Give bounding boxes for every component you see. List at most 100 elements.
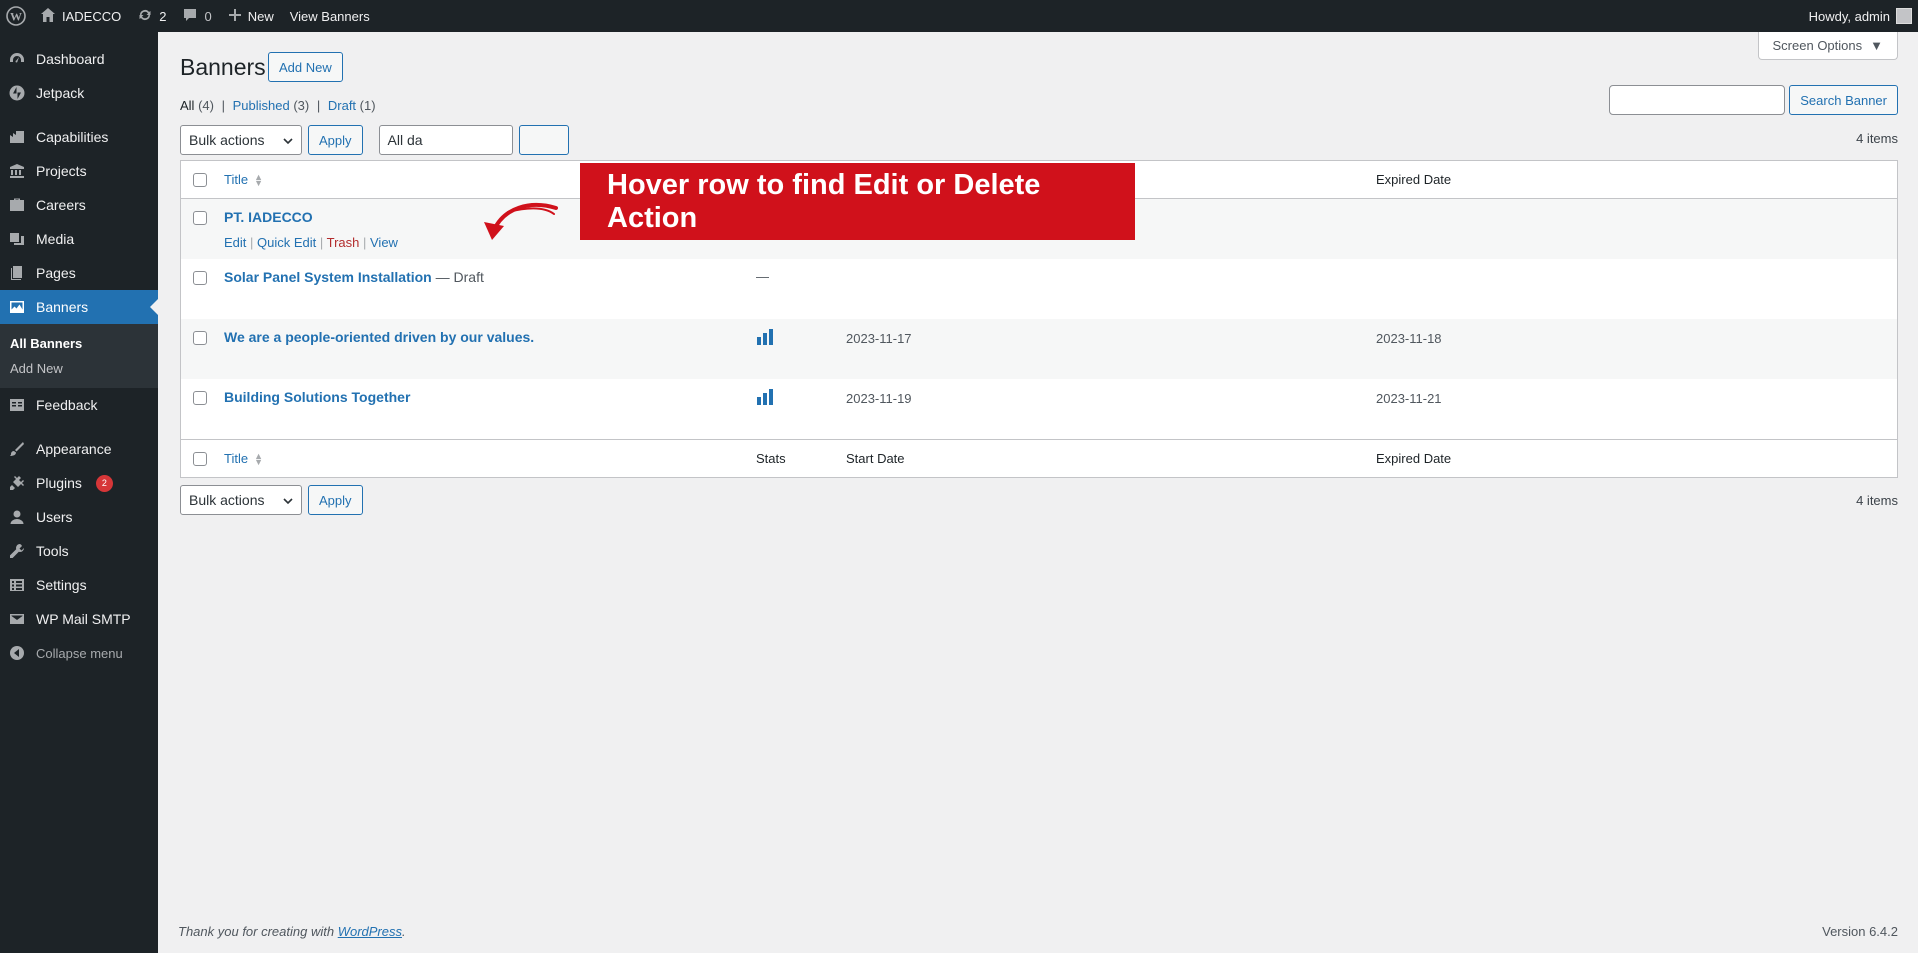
table-row[interactable]: We are a people-oriented driven by our v… <box>181 319 1897 379</box>
sort-icon: ▲ ▼ <box>254 450 263 467</box>
screen-options-button[interactable]: Screen Options ▼ <box>1757 32 1898 60</box>
sidebar-item-label: Media <box>36 231 75 247</box>
table-row[interactable]: Solar Panel System Installation — Draft … <box>181 259 1897 319</box>
title-column-sort[interactable]: Title ▲ ▼ <box>224 172 263 187</box>
jetpack-icon <box>8 84 26 102</box>
filter-button[interactable] <box>518 125 569 155</box>
title-column-label: Title <box>224 451 249 466</box>
banners-submenu: All Banners Add New <box>0 324 158 388</box>
apply-button[interactable]: Apply <box>308 125 363 155</box>
sidebar-item-settings[interactable]: Settings <box>0 568 158 602</box>
bulk-actions-select[interactable]: Bulk actions <box>180 125 302 155</box>
new-content-link[interactable]: New <box>220 0 282 32</box>
row-checkbox[interactable] <box>193 211 207 225</box>
sidebar-item-tools[interactable]: Tools <box>0 534 158 568</box>
apply-button[interactable]: Apply <box>308 485 363 515</box>
sidebar-item-dashboard[interactable]: Dashboard <box>0 42 158 76</box>
sidebar-item-capabilities[interactable]: Capabilities <box>0 120 158 154</box>
filter-separator: | <box>221 98 225 113</box>
row-checkbox[interactable] <box>193 331 207 345</box>
filter-draft[interactable]: Draft (1) <box>328 98 376 113</box>
sidebar-item-label: Pages <box>36 265 76 281</box>
view-link[interactable]: View <box>370 235 398 250</box>
plus-icon <box>228 8 242 25</box>
submenu-all-banners[interactable]: All Banners <box>0 331 158 356</box>
row-actions: Edit | Quick Edit | Trash | View <box>224 235 398 250</box>
bulk-actions-value: Bulk actions <box>189 132 265 148</box>
sidebar-item-label: Careers <box>36 197 86 213</box>
collapse-menu-button[interactable]: Collapse menu <box>0 636 158 670</box>
dates-filter-select[interactable]: All da <box>378 125 513 155</box>
filter-all[interactable]: All (4) <box>180 98 214 113</box>
mail-icon <box>8 610 26 628</box>
trash-link[interactable]: Trash <box>327 235 360 250</box>
expired-date: 2023-11-21 <box>1376 391 1442 406</box>
comments-link[interactable]: 0 <box>174 0 219 32</box>
site-name-link[interactable]: IADECCO <box>32 0 129 32</box>
sidebar-item-wp-mail-smtp[interactable]: WP Mail SMTP <box>0 602 158 636</box>
sidebar-item-label: WP Mail SMTP <box>36 611 131 627</box>
footer-version: Version 6.4.2 <box>1822 924 1898 939</box>
table-row[interactable]: Building Solutions Together 2023-11-19 2… <box>181 379 1897 439</box>
footer-thanks-suffix: . <box>402 924 406 939</box>
bulk-actions-select[interactable]: Bulk actions <box>180 485 302 515</box>
edit-link[interactable]: Edit <box>224 235 246 250</box>
media-icon <box>8 230 26 248</box>
collapse-menu-label: Collapse menu <box>36 645 123 661</box>
row-title-link[interactable]: Solar Panel System Installation <box>224 269 432 285</box>
filter-published-count: (3) <box>293 98 310 113</box>
row-title-link[interactable]: Building Solutions Together <box>224 389 410 405</box>
caret-down-icon: ▼ <box>1870 38 1883 53</box>
filter-draft-label: Draft <box>327 98 357 113</box>
title-column-sort[interactable]: Title ▲ ▼ <box>224 451 263 466</box>
sidebar-item-pages[interactable]: Pages <box>0 256 158 290</box>
wordpress-link[interactable]: WordPress <box>338 924 402 939</box>
careers-icon <box>8 196 26 214</box>
row-title-wrap: Solar Panel System Installation — Draft <box>224 269 484 285</box>
sidebar-item-label: Banners <box>36 299 89 315</box>
row-checkbox[interactable] <box>193 271 207 285</box>
select-all-checkbox[interactable] <box>193 451 207 466</box>
sidebar-item-banners[interactable]: Banners <box>0 290 158 324</box>
sidebar-item-label: Feedback <box>36 397 98 413</box>
home-icon <box>40 7 56 26</box>
filter-all-label: All <box>180 98 195 113</box>
start-date: 2023-11-17 <box>846 331 912 346</box>
search-button[interactable]: Search Banner <box>1789 85 1898 115</box>
users-icon <box>8 508 26 526</box>
sidebar-item-careers[interactable]: Careers <box>0 188 158 222</box>
sidebar-item-jetpack[interactable]: Jetpack <box>0 76 158 110</box>
tutorial-callout: Hover row to find Edit or Delete Action <box>580 163 1135 240</box>
tablenav-bottom: Bulk actions Apply <box>180 485 363 515</box>
stats-icon[interactable] <box>756 389 774 408</box>
row-checkbox[interactable] <box>193 391 207 405</box>
row-title-link[interactable]: PT. IADECCO <box>224 209 313 225</box>
footer-thanks-text: Thank you for creating with <box>178 924 335 939</box>
search-input[interactable] <box>1609 85 1786 115</box>
capabilities-icon <box>8 128 26 146</box>
quick-edit-link[interactable]: Quick Edit <box>257 235 316 250</box>
submenu-add-new[interactable]: Add New <box>0 356 158 381</box>
projects-icon <box>8 162 26 180</box>
updates-link[interactable]: 2 <box>129 0 174 32</box>
appearance-icon <box>8 440 26 458</box>
add-new-button[interactable]: Add New <box>268 52 343 82</box>
plugins-icon <box>8 474 26 492</box>
select-all-checkbox[interactable] <box>193 172 207 187</box>
pages-icon <box>8 264 26 282</box>
wordpress-logo-icon[interactable]: W <box>0 0 32 32</box>
sidebar-item-appearance[interactable]: Appearance <box>0 432 158 466</box>
view-banners-link[interactable]: View Banners <box>282 0 378 32</box>
svg-text:W: W <box>10 10 22 24</box>
sidebar-item-users[interactable]: Users <box>0 500 158 534</box>
sidebar-item-projects[interactable]: Projects <box>0 154 158 188</box>
sidebar-item-label: Plugins <box>36 475 82 491</box>
items-count: 4 items <box>1856 493 1898 508</box>
stats-icon[interactable] <box>756 329 774 348</box>
my-account-link[interactable]: Howdy, admin <box>1801 0 1918 32</box>
sidebar-item-media[interactable]: Media <box>0 222 158 256</box>
filter-published[interactable]: Published (3) <box>233 98 310 113</box>
sidebar-item-feedback[interactable]: Feedback <box>0 388 158 422</box>
sidebar-item-plugins[interactable]: Plugins 2 <box>0 466 158 500</box>
row-title-link[interactable]: We are a people-oriented driven by our v… <box>224 329 534 345</box>
